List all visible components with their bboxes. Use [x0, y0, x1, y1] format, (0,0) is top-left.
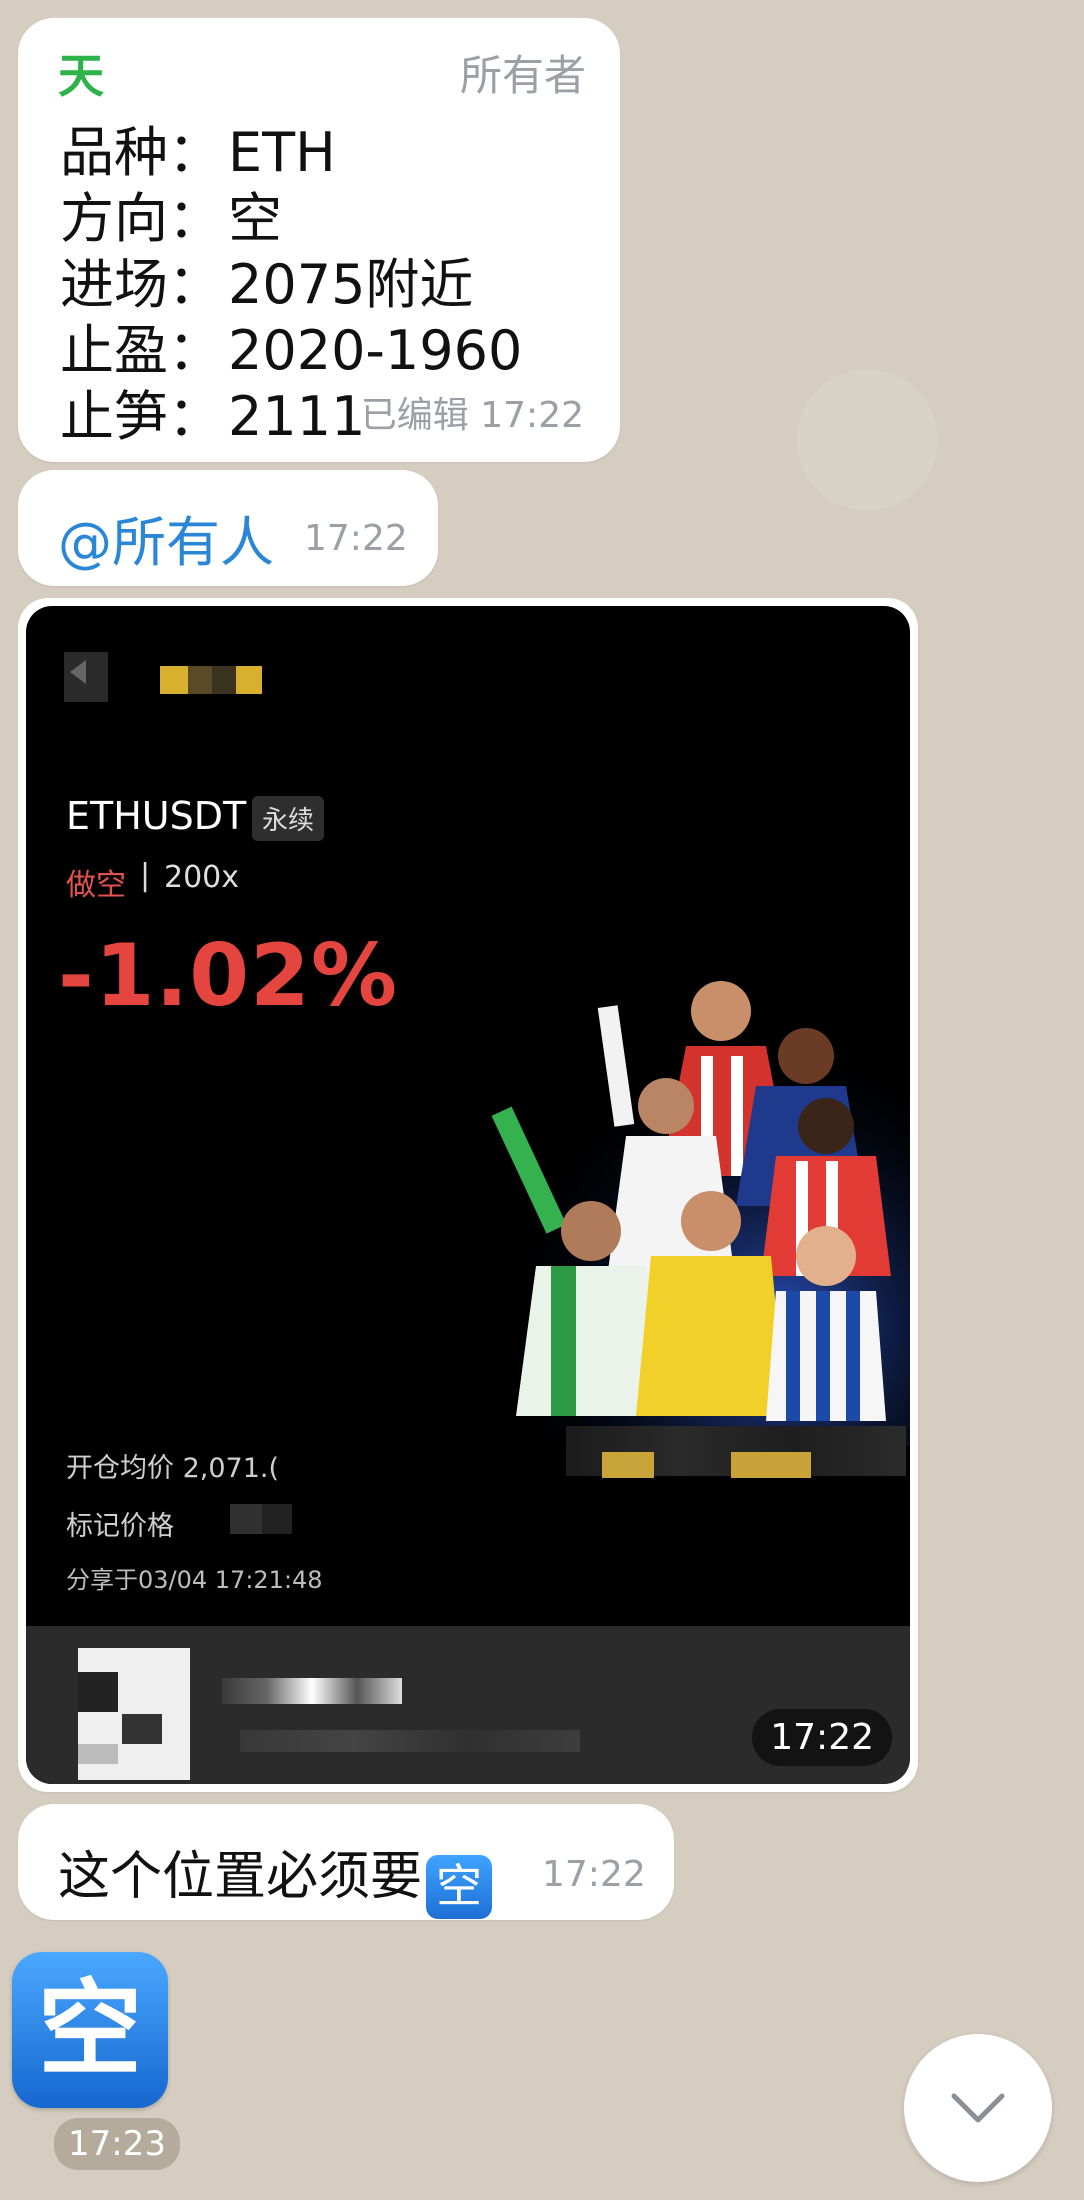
message-time: 17:22 — [304, 518, 408, 559]
image-message-bubble[interactable]: ETHUSDT 永续 做空 | 200x -1.02% 开仓均价 2,071.(… — [18, 598, 918, 1792]
trade-screenshot-image[interactable]: ETHUSDT 永续 做空 | 200x -1.02% 开仓均价 2,071.(… — [26, 606, 910, 1784]
mention-all-link[interactable]: @所有人 — [58, 498, 274, 577]
text-message-bubble[interactable]: 这个位置必须要空 17:22 — [18, 1804, 674, 1920]
kong-sticker-icon[interactable]: 空 — [12, 1952, 168, 2108]
sender-role: 所有者 — [459, 51, 586, 100]
pixelated-logo — [160, 666, 188, 694]
separator: | — [140, 858, 151, 893]
avg-open-price: 开仓均价 2,071.( — [66, 1446, 279, 1485]
football-players-illustration — [456, 966, 910, 1446]
image-time: 17:22 — [752, 1709, 892, 1766]
message-meta: 已编辑 17:22 — [361, 386, 584, 438]
avg-open-label: 开仓均价 — [66, 1453, 174, 1484]
scroll-to-bottom-button[interactable] — [904, 2034, 1052, 2182]
mention-message-bubble[interactable]: @所有人 17:22 — [18, 470, 438, 586]
contract-type-badge: 永续 — [252, 796, 325, 841]
back-arrow-icon — [70, 660, 86, 684]
pixelated-text — [222, 1678, 402, 1704]
signal-message-bubble[interactable]: 天 所有者 品种： ETH 方向：空 进场： 2075附近 止盈： 2020-1960… — [18, 18, 620, 462]
position-direction: 做空 — [66, 868, 126, 903]
mark-price: 标记价格 — [66, 1504, 174, 1543]
pnl-percent: -1.02% — [58, 926, 399, 1026]
shared-timestamp: 分享于03/04 17:21:48 — [66, 1566, 323, 1594]
signal-line-stop-loss: 止笋： 2111 — [60, 385, 366, 448]
message-time: 17:22 — [480, 395, 584, 436]
chevron-down-icon — [951, 2093, 1005, 2123]
message-time: 17:22 — [542, 1854, 646, 1895]
avg-open-value: 2,071.( — [182, 1453, 280, 1484]
kong-emoji-icon: 空 — [426, 1855, 493, 1919]
leverage: 200x — [164, 860, 240, 895]
sticker-time: 17:23 — [54, 2118, 180, 2170]
edited-label: 已编辑 — [360, 395, 469, 436]
mark-price-label: 标记价格 — [66, 1511, 174, 1542]
message-text: 这个位置必须要空 — [58, 1834, 493, 1919]
trading-pair: ETHUSDT — [66, 794, 247, 838]
sender-name[interactable]: 天 — [58, 40, 104, 106]
